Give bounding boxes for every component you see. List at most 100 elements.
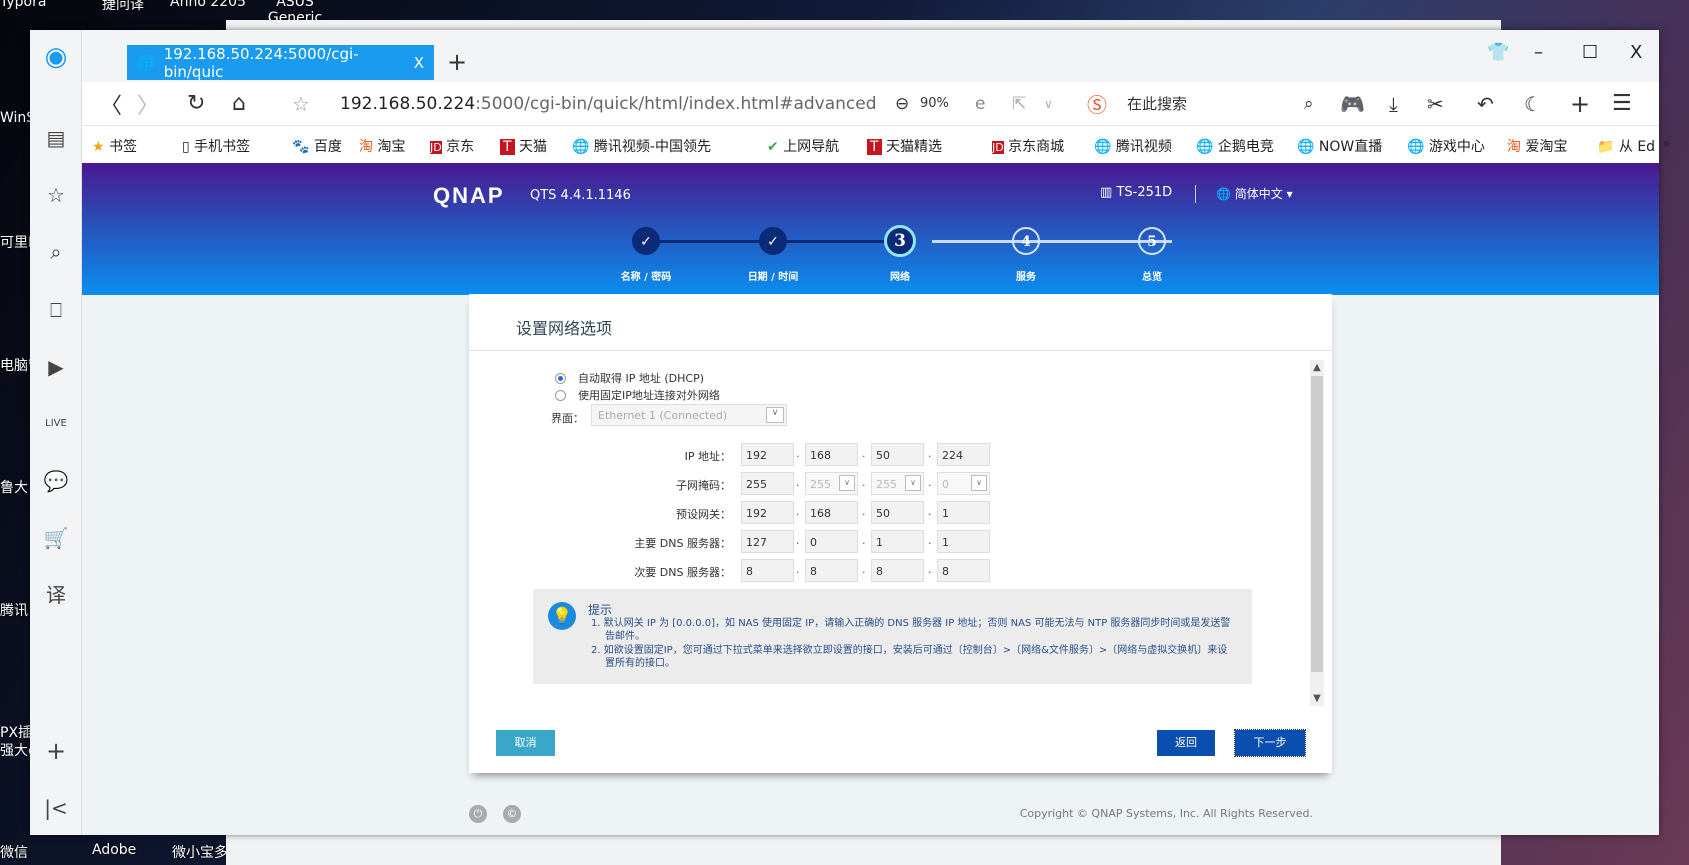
desktop-icon-label[interactable]: 微小宝多 xyxy=(172,842,228,862)
share-icon[interactable]: ⇱ xyxy=(1012,94,1026,114)
interface-select[interactable]: Ethernet 1 (Connected) ∨ xyxy=(591,404,787,426)
octet-input[interactable]: 8 xyxy=(805,559,858,582)
news-icon[interactable]: ▤ xyxy=(43,125,69,151)
radio-unselected[interactable] xyxy=(555,389,566,401)
scissors-icon[interactable]: ✂ xyxy=(1427,92,1444,116)
octet-input[interactable]: 255 ∨ xyxy=(805,472,858,495)
cart-icon[interactable]: 🛒 xyxy=(43,525,69,551)
add-icon[interactable]: + xyxy=(1570,90,1590,118)
translate-icon[interactable]: 译 xyxy=(43,582,69,608)
scroll-down-icon[interactable]: ▼ xyxy=(1310,693,1324,704)
skin-icon[interactable]: 👕 xyxy=(1487,42,1509,63)
octet-input[interactable]: 168 xyxy=(805,501,858,524)
octet-input[interactable]: 50 xyxy=(871,443,924,466)
tab-active[interactable]: 🌐 192.168.50.224:5000/cgi-bin/quic X xyxy=(127,45,434,81)
octet-input[interactable]: 1 xyxy=(937,501,990,524)
copyright-icon[interactable]: © xyxy=(503,805,521,823)
ie-mode-icon[interactable]: e xyxy=(975,94,985,114)
octet-input[interactable]: 255 xyxy=(741,472,794,495)
desktop-icon-label[interactable]: 捷问译 xyxy=(102,0,144,14)
next-button[interactable]: 下一步 xyxy=(1234,729,1306,757)
cancel-button[interactable]: 取消 xyxy=(496,730,555,756)
desktop-icon-label[interactable]: Typora xyxy=(0,0,46,10)
octet-input[interactable]: 0 ∨ xyxy=(937,472,990,495)
bookmark-item[interactable]: 淘 爱淘宝 xyxy=(1507,136,1567,156)
bookmark-item[interactable]: T 天猫精选 xyxy=(867,136,942,156)
octet-input[interactable]: 255 ∨ xyxy=(871,472,924,495)
back-button[interactable]: 返回 xyxy=(1157,730,1215,756)
tab-close-icon[interactable]: X xyxy=(414,54,424,72)
octet-input[interactable]: 8 xyxy=(741,559,794,582)
sogou-icon[interactable]: Ⓢ xyxy=(1087,89,1107,118)
back-icon[interactable]: 〈 xyxy=(100,88,122,120)
bookmark-item[interactable]: ✔ 上网导航 xyxy=(767,136,839,156)
bookmark-item[interactable]: 🌐 游戏中心 xyxy=(1407,136,1485,156)
chevron-down-icon[interactable]: ∨ xyxy=(905,475,921,491)
desktop-icon-label[interactable]: 鲁大 xyxy=(0,477,28,497)
bookmark-item[interactable]: ▯ 手机书签 xyxy=(182,136,250,156)
bookmark-item[interactable]: 🌐 腾讯视频-中国领先 xyxy=(572,136,711,156)
home-icon[interactable]: ⌂ xyxy=(232,91,246,116)
octet-input[interactable]: 192 xyxy=(741,443,794,466)
bookmark-item[interactable]: ★ 书签 xyxy=(92,136,137,156)
search-button-icon[interactable]: ⌕ xyxy=(1304,94,1314,114)
minimize-button[interactable]: – xyxy=(1534,42,1543,63)
desktop-icon-label[interactable]: 微信 xyxy=(0,842,28,862)
url-input[interactable]: 192.168.50.224:5000/cgi-bin/quick/html/i… xyxy=(340,94,877,114)
octet-input[interactable]: 0 xyxy=(805,530,858,553)
search-input[interactable]: 在此搜索 xyxy=(1127,93,1187,114)
search-icon[interactable]: ⌕ xyxy=(43,239,69,265)
desktop-icon-label[interactable]: Anno 2205 xyxy=(170,0,246,10)
reload-icon[interactable]: ↻ xyxy=(187,91,205,116)
octet-input[interactable]: 8 xyxy=(871,559,924,582)
new-tab-button[interactable]: + xyxy=(447,48,467,76)
scroll-up-icon[interactable]: ▲ xyxy=(1310,362,1324,373)
close-button[interactable]: X xyxy=(1630,42,1642,63)
octet-input[interactable]: 127 xyxy=(741,530,794,553)
video-icon[interactable]: ▶ xyxy=(43,354,69,380)
desktop-icon-label[interactable]: Adobe xyxy=(92,842,136,858)
octet-input[interactable]: 192 xyxy=(741,501,794,524)
download-icon[interactable]: ⤓ xyxy=(1389,92,1398,116)
static-ip-radio[interactable]: 使用固定IP地址连接对外网络 xyxy=(555,387,720,403)
add-icon[interactable]: + xyxy=(43,738,69,764)
zoom-icon[interactable]: ⊖ xyxy=(895,94,909,114)
bookmark-star-icon[interactable]: ☆ xyxy=(292,92,310,116)
book-icon[interactable]: ⎕ xyxy=(43,297,69,323)
octet-input[interactable]: 50 xyxy=(871,501,924,524)
live-icon[interactable]: LIVE xyxy=(43,411,69,437)
octet-input[interactable]: 8 xyxy=(937,559,990,582)
chat-icon[interactable]: 💬 xyxy=(43,468,69,494)
power-icon[interactable]: ⏻ xyxy=(469,805,487,823)
desktop-icon-label[interactable]: 腾讯 xyxy=(0,600,28,620)
bookmark-item[interactable]: 🌐 腾讯视频 xyxy=(1094,136,1172,156)
bookmark-item[interactable]: 📁 从 Ed xyxy=(1597,136,1655,156)
bookmark-item[interactable]: 🌐 NOW直播 xyxy=(1297,136,1382,156)
octet-input[interactable]: 1 xyxy=(871,530,924,553)
forward-icon[interactable]: 〉 xyxy=(137,88,159,120)
octet-input[interactable]: 224 xyxy=(937,443,990,466)
maximize-button[interactable]: ☐ xyxy=(1582,42,1598,63)
bookmark-item[interactable]: 🐾 百度 xyxy=(292,136,342,156)
menu-icon[interactable]: ☰ xyxy=(1612,91,1632,116)
bookmark-item[interactable]: T 天猫 xyxy=(500,136,547,156)
bookmark-item[interactable]: 🌐 企鹅电竞 xyxy=(1196,136,1274,156)
night-mode-icon[interactable]: ☾ xyxy=(1524,92,1542,116)
bookmarks-more-button[interactable]: » xyxy=(1662,136,1671,152)
bookmark-item[interactable]: JD 京东商城 xyxy=(992,136,1064,156)
language-selector[interactable]: 🌐 简体中文 ▾ xyxy=(1216,185,1293,202)
game-icon[interactable]: 🎮 xyxy=(1340,92,1365,116)
desktop-icon-label[interactable]: PX插 xyxy=(0,722,32,742)
star-icon[interactable]: ☆ xyxy=(43,182,69,208)
bookmark-item[interactable]: 淘 淘宝 xyxy=(359,136,405,156)
undo-icon[interactable]: ↶ xyxy=(1477,92,1494,116)
zoom-level[interactable]: 90% xyxy=(920,96,949,111)
octet-input[interactable]: 1 xyxy=(937,530,990,553)
dropdown-icon[interactable]: ∨ xyxy=(1044,97,1053,111)
octet-input[interactable]: 168 xyxy=(805,443,858,466)
chevron-down-icon[interactable]: ∨ xyxy=(971,475,987,491)
chevron-down-icon[interactable]: ∨ xyxy=(839,475,855,491)
collapse-icon[interactable]: |< xyxy=(43,795,69,821)
bookmark-item[interactable]: JD 京东 xyxy=(430,136,474,156)
radio-selected[interactable] xyxy=(555,372,566,384)
